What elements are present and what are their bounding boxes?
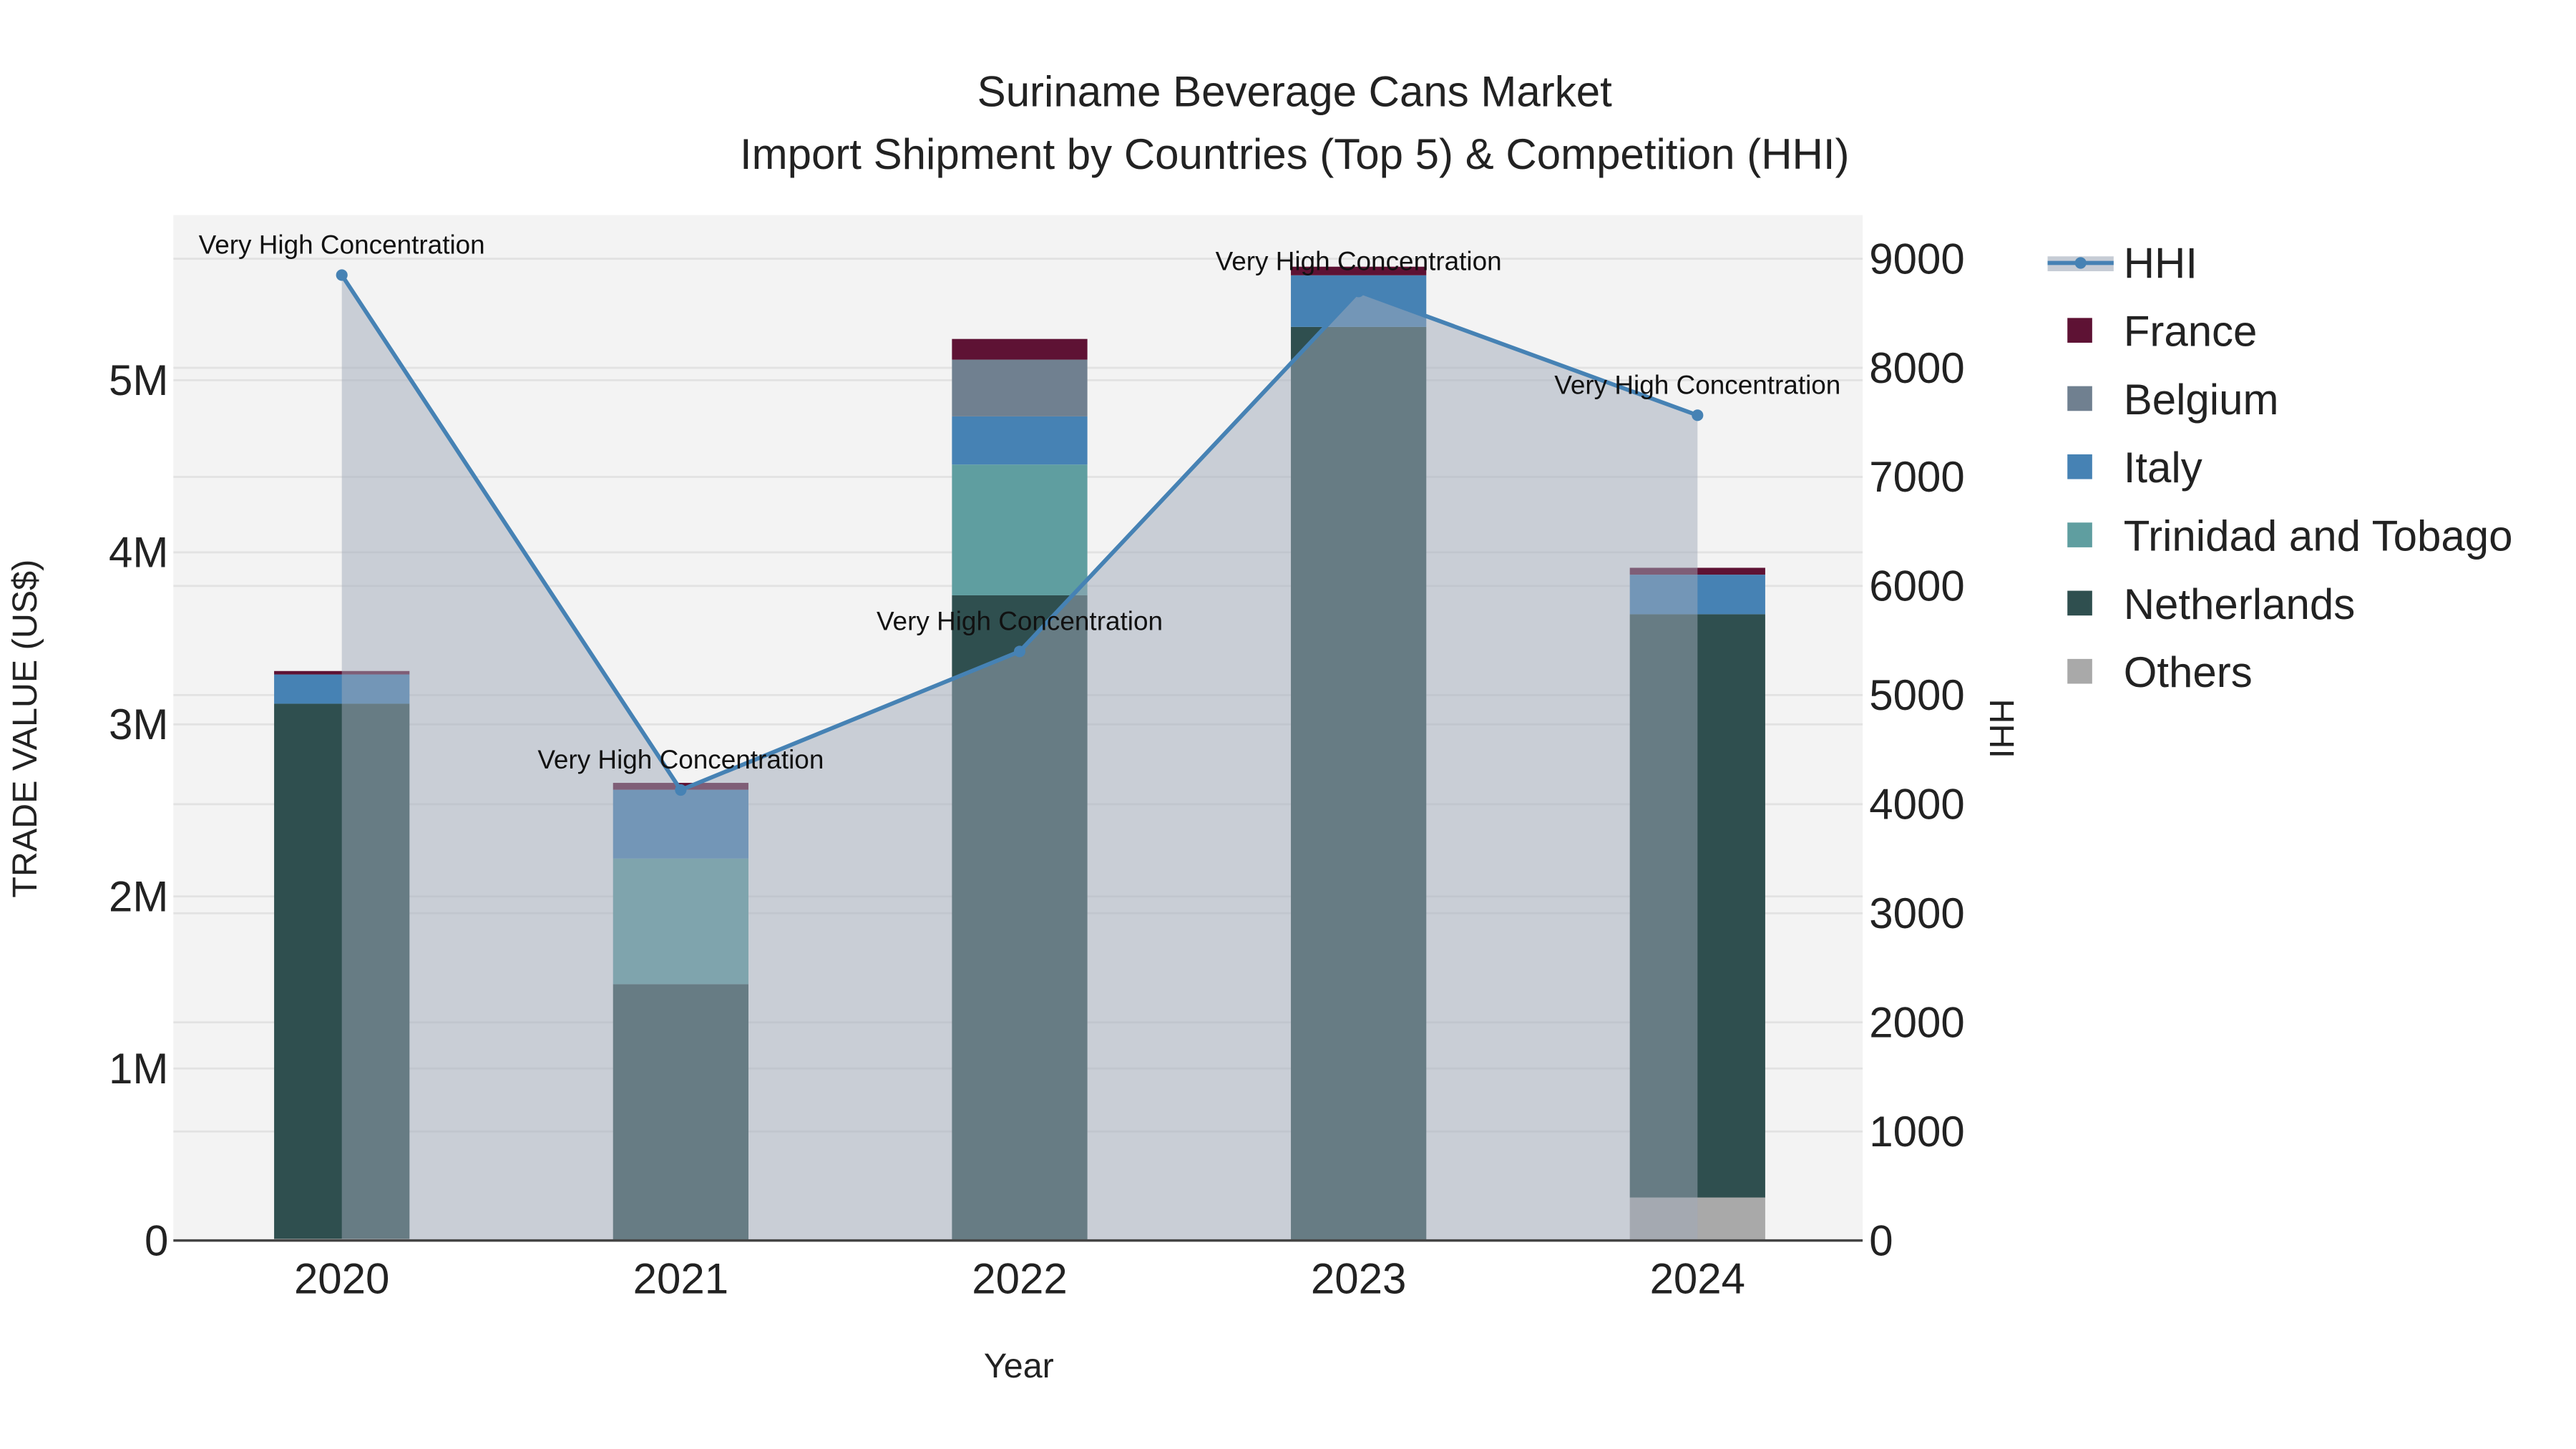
- bar-belgium-2022: [952, 359, 1088, 416]
- legend-label: Netherlands: [2124, 580, 2356, 628]
- bar-italy-2022: [952, 416, 1088, 465]
- y2-tick-label: 3000: [1869, 889, 1964, 937]
- x-tick-label: 2021: [633, 1255, 728, 1303]
- y2-tick-label: 6000: [1869, 562, 1964, 610]
- y-tick-label: 2M: [109, 873, 168, 921]
- y2-axis-title: HHI: [1982, 699, 2021, 758]
- hhi-point-2022: [1013, 645, 1026, 658]
- legend-label: France: [2124, 308, 2258, 356]
- y2-tick-label: 0: [1869, 1216, 1893, 1264]
- legend-swatch-belgium: [2067, 386, 2092, 411]
- y2-tick-label: 7000: [1869, 453, 1964, 501]
- legend-label: Others: [2124, 648, 2253, 696]
- x-axis-title: Year: [984, 1347, 1054, 1385]
- legend-swatch-france: [2067, 318, 2092, 343]
- x-tick-label: 2023: [1311, 1255, 1406, 1303]
- legend-label: Belgium: [2124, 376, 2279, 424]
- hhi-annotation: Very High Concentration: [537, 745, 824, 774]
- legend-swatch-italy: [2067, 454, 2092, 479]
- x-tick-label: 2024: [1650, 1255, 1745, 1303]
- hhi-point-2024: [1692, 409, 1704, 421]
- chart-title: Suriname Beverage Cans Market: [977, 67, 1612, 115]
- bar-france-2022: [952, 338, 1088, 360]
- y2-tick-label: 9000: [1869, 235, 1964, 283]
- legend-hhi-marker: [2074, 257, 2087, 269]
- chart-subtitle: Import Shipment by Countries (Top 5) & C…: [740, 130, 1850, 178]
- hhi-point-2021: [675, 784, 687, 796]
- legend-swatch-others: [2067, 658, 2092, 684]
- y-tick-label: 0: [145, 1216, 168, 1264]
- y-tick-label: 3M: [109, 701, 168, 748]
- hhi-annotation: Very High Concentration: [1554, 370, 1840, 399]
- y-tick-label: 5M: [109, 356, 168, 404]
- legend-swatch-trinidad-and-tobago: [2067, 522, 2092, 547]
- y2-tick-label: 5000: [1869, 671, 1964, 719]
- hhi-annotation: Very High Concentration: [877, 606, 1163, 635]
- legend-label: HHI: [2124, 239, 2197, 287]
- y2-tick-label: 8000: [1869, 344, 1964, 392]
- hhi-annotation: Very High Concentration: [1216, 246, 1502, 275]
- y-tick-label: 4M: [109, 529, 168, 577]
- bar-trinidad-and-tobago-2022: [952, 464, 1088, 595]
- x-tick-label: 2022: [972, 1255, 1067, 1303]
- y2-tick-label: 2000: [1869, 999, 1964, 1047]
- y2-tick-label: 1000: [1869, 1108, 1964, 1156]
- y2-tick-label: 4000: [1869, 781, 1964, 829]
- hhi-point-2023: [1352, 286, 1365, 298]
- legend-swatch-netherlands: [2067, 590, 2092, 616]
- hhi-annotation: Very High Concentration: [199, 230, 485, 259]
- x-tick-label: 2020: [294, 1255, 389, 1303]
- legend-label: Italy: [2124, 444, 2202, 492]
- hhi-point-2020: [336, 269, 348, 281]
- legend-label: Trinidad and Tobago: [2124, 512, 2513, 560]
- y-tick-label: 1M: [109, 1045, 168, 1093]
- y-axis-title: TRADE VALUE (US$): [6, 560, 44, 898]
- chart: Suriname Beverage Cans Market Import Shi…: [6, 67, 2513, 1385]
